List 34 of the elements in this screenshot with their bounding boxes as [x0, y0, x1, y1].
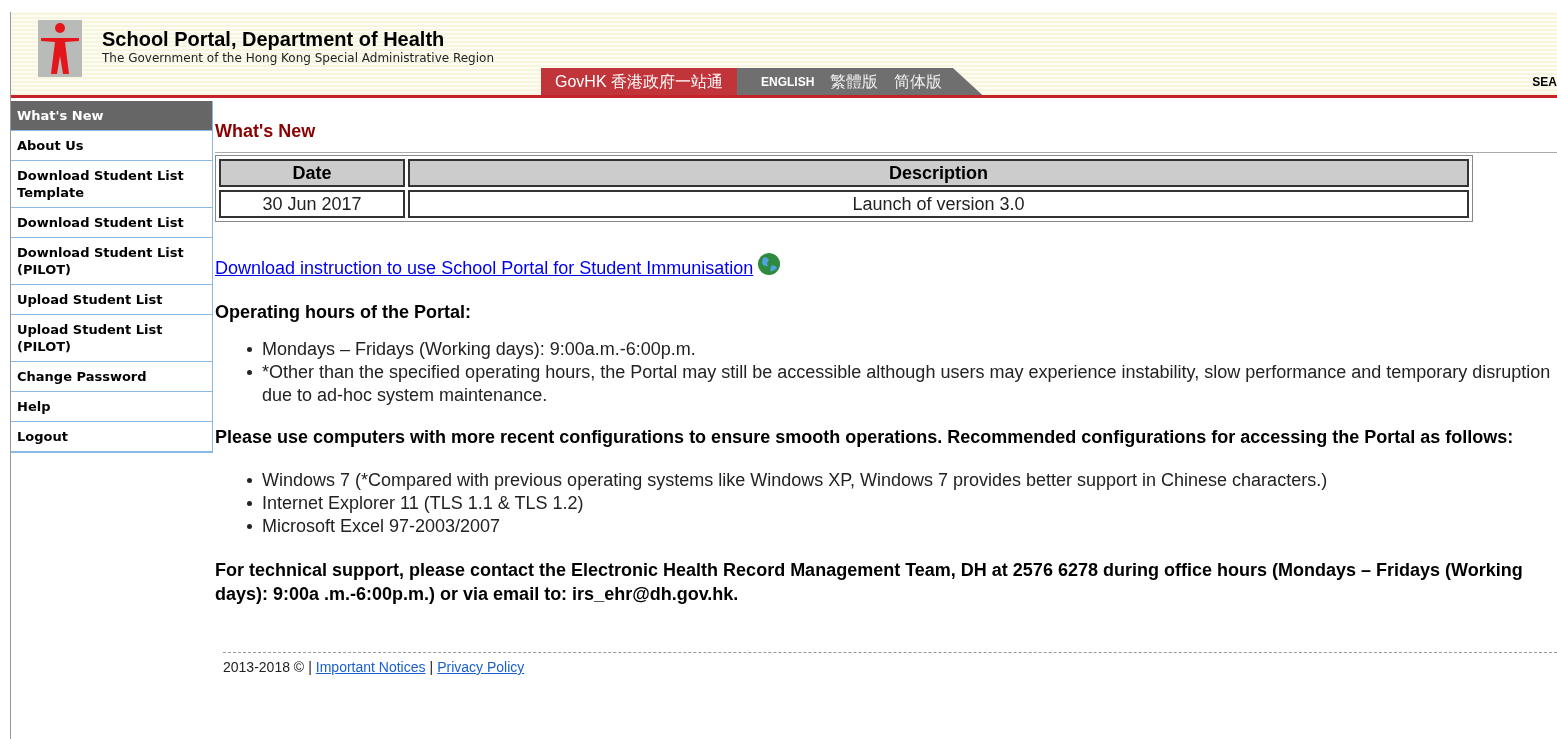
site-subtitle: The Government of the Hong Kong Special Administrative Region [102, 50, 494, 66]
footer-link[interactable]: Privacy Policy [437, 657, 525, 678]
table-cell: 30 Jun 2017 [219, 190, 405, 218]
bullet-icon [247, 478, 252, 483]
footer-text: | [308, 658, 312, 677]
column-header: Description [408, 159, 1469, 187]
footer-text: | [429, 658, 434, 677]
support-text: For technical support, please contact the Electronic Health Record Management Team, DH at 2576 6278 during office hours (Mondays – Fridays (Working days): 9:00a .m.-6:00p.m.) or via email to: irs_ehr@dh.gov.hk. [215, 559, 1524, 606]
language-link[interactable]: 简体版 [894, 69, 943, 94]
list-text: *Other than the specified operating hours, the Portal may still be accessible although users may experience instability, slow performance and temporary disruption due to ad-hoc system maintenance. [262, 361, 1552, 407]
column-header: Date [219, 159, 405, 187]
language-link[interactable]: 繁體版 [830, 69, 879, 94]
section-heading: Please use computers with more recent configurations to ensure smooth operations. Recommended configurations for accessing the Portal as follows: [215, 426, 1515, 449]
table-cell: Launch of version 3.0 [408, 190, 1469, 218]
bullet-icon [247, 524, 252, 529]
bullet-icon [247, 501, 252, 506]
footer-text: 2013-2018 © [223, 658, 305, 677]
govhk-link[interactable]: GovHK 香港政府一站通 [541, 68, 737, 95]
section-heading: Operating hours of the Portal: [215, 301, 472, 324]
list-text: Windows 7 (*Compared with previous operating systems like Windows XP, Windows 7 provides better support in Chinese characters.) [262, 469, 1328, 492]
bullet-icon [247, 347, 252, 352]
list-text: Internet Explorer 11 (TLS 1.1 & TLS 1.2) [262, 492, 584, 515]
page-heading: What's New [215, 120, 317, 142]
sidebar-item[interactable]: What's New [11, 101, 212, 131]
search-label[interactable]: SEA [1532, 73, 1557, 91]
logo-icon [38, 20, 82, 77]
bullet-icon [247, 370, 252, 375]
language-link[interactable]: ENGLISH [761, 72, 815, 91]
globe-icon [757, 252, 782, 276]
list-text: Microsoft Excel 97-2003/2007 [262, 515, 501, 538]
footer-link[interactable]: Important Notices [315, 657, 426, 678]
list-text: Mondays – Fridays (Working days): 9:00a.m.-6:00p.m. [262, 338, 696, 361]
site-title: School Portal, Department of Health [102, 28, 446, 50]
download-link[interactable]: Download instruction to use School Portal for Student Immunisation [215, 256, 754, 280]
